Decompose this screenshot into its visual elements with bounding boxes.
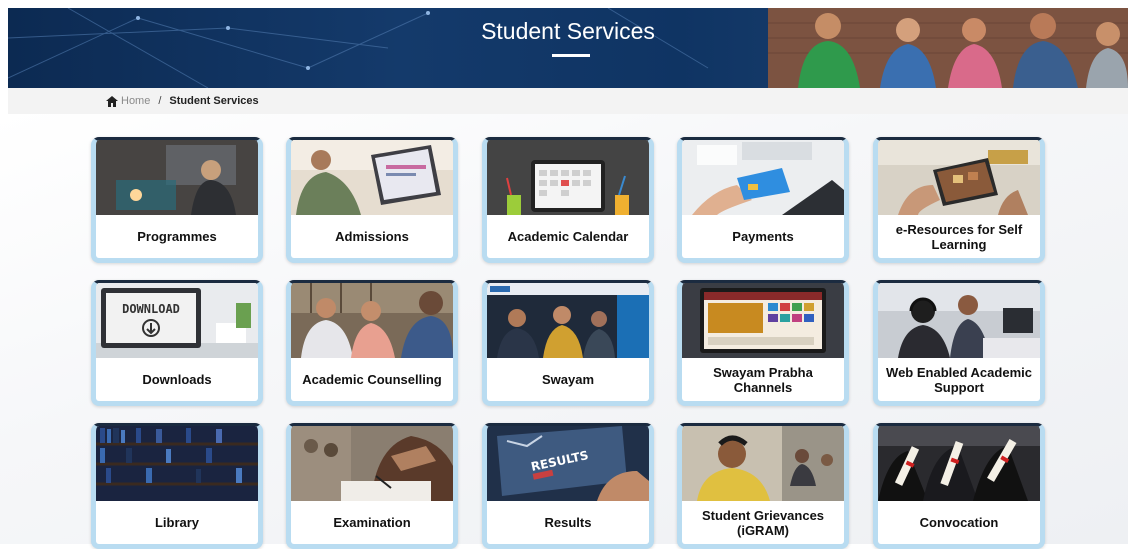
tile-label: Examination [333,515,411,530]
tile-academic-calendar[interactable]: Academic Calendar [482,137,654,263]
examination-photo [291,426,453,501]
counselling-photo [291,283,453,358]
tile-web-enabled-support[interactable]: Web Enabled Academic Support [873,280,1045,406]
tile-library[interactable]: Library [91,423,263,549]
tile-label: Academic Calendar [507,229,629,244]
download-photo: DOWNLOAD [96,283,258,358]
tile-payments[interactable]: Payments [677,137,849,263]
tile-label: Programmes [137,229,217,244]
tile-academic-counselling[interactable]: Academic Counselling [286,280,458,406]
breadcrumb: Home / Student Services [106,95,259,107]
tile-label: Web Enabled Academic Support [886,364,1032,395]
home-icon[interactable] [106,95,118,107]
tile-convocation[interactable]: Convocation [873,423,1045,549]
tile-swayam-prabha[interactable]: Swayam Prabha Channels [677,280,849,406]
tile-label: Academic Counselling [302,372,442,387]
breadcrumb-home-link[interactable]: Home [121,95,150,107]
results-photo: RESULTS [487,426,649,501]
admissions-photo [291,140,453,215]
tile-label: Payments [732,229,794,244]
tile-label: Downloads [142,372,212,387]
tile-label: Results [544,515,592,530]
tile-label: Admissions [335,229,409,244]
grievance-photo [682,426,844,501]
library-photo [96,426,258,501]
tile-results[interactable]: RESULTS Results [482,423,654,549]
headset-photo [878,283,1040,358]
tile-downloads[interactable]: DOWNLOAD Downloads [91,280,263,406]
programmes-photo [96,140,258,215]
tile-swayam[interactable]: Swayam [482,280,654,406]
breadcrumb-bar: Home / Student Services [8,88,1128,114]
tablet-photo [878,140,1040,215]
channels-photo [682,283,844,358]
students-photo [768,8,1128,88]
convocation-photo [878,426,1040,501]
tile-admissions[interactable]: Admissions [286,137,458,263]
tile-student-grievances[interactable]: Student Grievances (iGRAM) [677,423,849,549]
payments-photo [682,140,844,215]
title-underline [552,54,590,57]
download-image-text: DOWNLOAD [122,302,180,316]
swayam-photo [487,283,649,358]
tile-label: Convocation [919,515,999,530]
tile-label: Swayam Prabha Channels [713,364,813,395]
tile-examination[interactable]: Examination [286,423,458,549]
tile-programmes[interactable]: Programmes [91,137,263,263]
calendar-photo [487,140,649,215]
breadcrumb-current: Student Services [169,95,259,107]
tile-label: Student Grievances (iGRAM) [701,507,825,538]
breadcrumb-separator: / [158,95,162,107]
tile-label: Swayam [541,372,595,387]
tile-e-resources[interactable]: e-Resources for Self Learning [873,137,1045,263]
tile-label: e-Resources for Self Learning [895,221,1023,252]
page-banner: Student Services [8,8,1128,88]
tile-label: Library [154,515,200,530]
